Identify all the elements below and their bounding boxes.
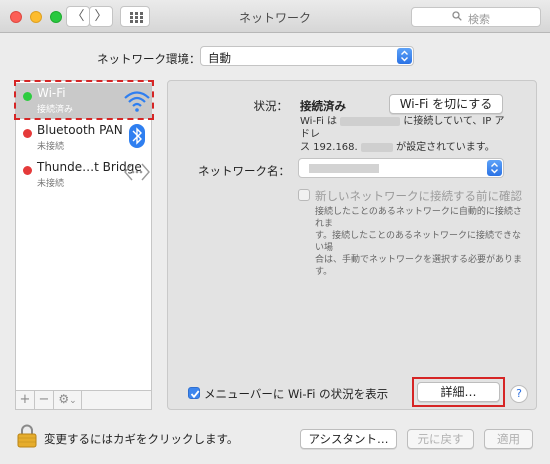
minus-icon: − (38, 392, 50, 407)
bluetooth-icon (129, 124, 145, 148)
search-placeholder: 検索 (468, 13, 490, 26)
apply-button[interactable]: 適用 (484, 429, 533, 449)
service-status: 未接続 (37, 179, 65, 189)
network-name-label: ネットワーク名： (198, 164, 290, 178)
wifi-highlight-annotation (14, 80, 154, 120)
status-dot (23, 129, 32, 138)
updown-stepper-icon (397, 48, 412, 64)
gear-icon: ⚙︎ (58, 392, 70, 406)
chevron-down-icon: ⌄ (69, 396, 77, 406)
status-description: Wi-Fi は に接続していて、IP アドレ ス 192.168. が設定されて… (300, 115, 510, 154)
advanced-highlight-annotation (412, 377, 505, 407)
description-line: 接続したことのあるネットワークに自動的に接続されま (315, 207, 522, 229)
status-dot (23, 166, 32, 175)
search-icon (452, 11, 462, 21)
lock-icon[interactable] (17, 424, 37, 448)
redacted-ip (360, 142, 393, 152)
search-input[interactable]: 検索 (411, 7, 541, 27)
service-status: 未接続 (37, 142, 65, 152)
turn-off-wifi-button[interactable]: Wi-Fi を切にする (389, 94, 503, 114)
service-list-toolbar: + − ⚙︎⌄ (15, 391, 152, 410)
ask-to-join-description: 接続したことのあるネットワークに自動的に接続されま す。接続したことのあるネット… (315, 206, 525, 278)
show-wifi-status-checkbox[interactable] (188, 387, 200, 399)
status-desc-text: ス 192.168. (300, 142, 358, 153)
service-item-bluetooth-pan[interactable]: Bluetooth PAN 未接続 (16, 120, 151, 158)
redacted-ssid (340, 116, 401, 126)
revert-button[interactable]: 元に戻す (407, 429, 474, 449)
status-label: 状況： (253, 99, 289, 113)
service-item-thunderbolt-bridge[interactable]: Thunde…t Bridge 未接続 (16, 157, 151, 195)
checkmark-icon (190, 390, 200, 399)
service-list: Wi-Fi 接続済み Bluetooth PAN 未接続 Thunde…t Br… (15, 80, 152, 391)
description-line: 合は、手動でネットワークを選択する必要があります。 (315, 255, 523, 277)
status-desc-text: が設定されています。 (396, 142, 495, 153)
description-line: す。接続したことのあるネットワークに接続できない場 (315, 231, 522, 253)
network-name-select[interactable] (298, 158, 504, 178)
service-name: Bluetooth PAN (37, 123, 123, 137)
ask-to-join-label: 新しいネットワークに接続する前に確認 (315, 189, 522, 203)
add-service-button[interactable]: + (16, 391, 35, 409)
plus-icon: + (19, 392, 31, 407)
help-button[interactable]: ? (510, 385, 528, 403)
updown-stepper-icon (487, 160, 502, 176)
action-menu-button[interactable]: ⚙︎⌄ (54, 391, 82, 409)
lock-hint-text: 変更するにはカギをクリックします。 (44, 432, 239, 446)
status-desc-text: Wi-Fi は (300, 116, 338, 127)
title-bar: 〈 〉 ネットワーク 検索 (0, 0, 550, 33)
redacted-network-name (309, 164, 379, 173)
status-value: 接続済み (300, 99, 346, 113)
location-select[interactable]: 自動 (200, 46, 414, 66)
ask-to-join-checkbox[interactable] (298, 189, 310, 201)
thunderbolt-bridge-icon (124, 163, 150, 181)
location-label: ネットワーク環境： (97, 52, 201, 66)
assistant-button[interactable]: アシスタント… (300, 429, 397, 449)
remove-service-button[interactable]: − (35, 391, 54, 409)
location-value: 自動 (208, 51, 231, 65)
show-wifi-status-label: メニューバーに Wi-Fi の状況を表示 (204, 387, 389, 401)
